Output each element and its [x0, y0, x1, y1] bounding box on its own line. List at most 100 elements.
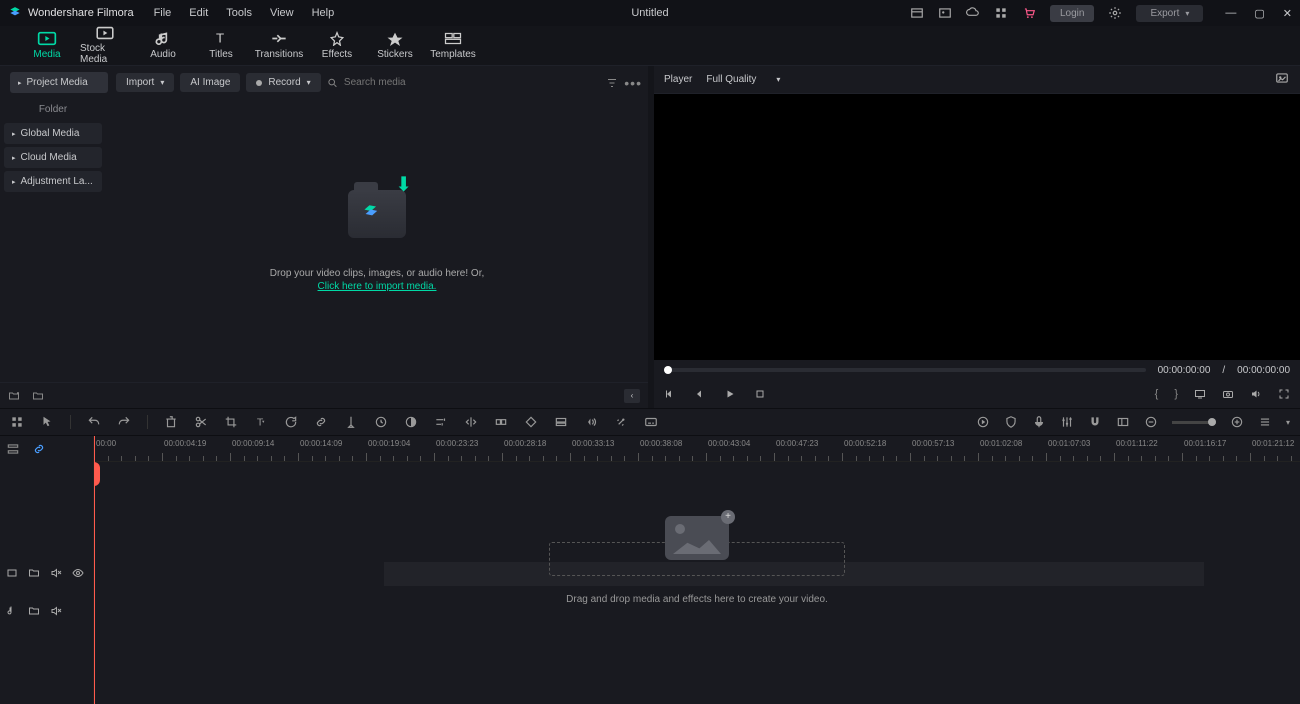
collapse-sidebar-button[interactable]: ‹ [624, 389, 640, 403]
fullscreen-icon[interactable] [1278, 388, 1290, 400]
zoom-slider[interactable] [1172, 421, 1216, 424]
ribbon-stickers[interactable]: Stickers [370, 26, 420, 65]
split-icon[interactable] [464, 415, 478, 429]
menu-view[interactable]: View [270, 7, 294, 19]
import-link[interactable]: Click here to import media. [318, 281, 437, 292]
zoom-in-icon[interactable] [1230, 415, 1244, 429]
link-icon[interactable] [314, 415, 328, 429]
mixer-icon[interactable] [1060, 415, 1074, 429]
undo-icon[interactable] [87, 415, 101, 429]
cursor-icon[interactable] [40, 415, 54, 429]
group-icon[interactable] [494, 415, 508, 429]
zoom-out-icon[interactable] [1144, 415, 1158, 429]
mute-icon[interactable] [50, 567, 62, 579]
layout-icon[interactable] [910, 6, 924, 20]
export-button[interactable]: Export▾ [1136, 5, 1203, 22]
ribbon-media[interactable]: Media [22, 26, 72, 65]
ribbon-templates[interactable]: Templates [428, 26, 478, 65]
adjust-icon[interactable] [434, 415, 448, 429]
step-back-icon[interactable] [694, 388, 706, 400]
window-maximize[interactable]: ▢ [1254, 7, 1264, 20]
list-icon[interactable] [1258, 415, 1272, 429]
new-folder-icon[interactable] [8, 390, 20, 402]
color-icon[interactable] [404, 415, 418, 429]
sidebar-folder[interactable]: Folder [4, 99, 102, 120]
media-drop-area[interactable]: ⬇ Drop your video clips, images, or audi… [106, 99, 648, 382]
video-preview[interactable] [654, 94, 1300, 360]
stop-icon[interactable] [754, 388, 766, 400]
grid-icon[interactable] [10, 415, 24, 429]
lock-icon[interactable] [28, 567, 40, 579]
apps-icon[interactable] [994, 6, 1008, 20]
mark-in-icon[interactable]: { [1155, 388, 1159, 400]
mark-out-icon[interactable]: } [1174, 388, 1178, 400]
text-tool-icon[interactable]: T▾ [254, 415, 268, 429]
delete-icon[interactable] [164, 415, 178, 429]
ratio-icon[interactable] [1116, 415, 1130, 429]
crop-icon[interactable] [224, 415, 238, 429]
redo-icon[interactable] [117, 415, 131, 429]
cut-icon[interactable] [194, 415, 208, 429]
folder-icon-btn[interactable] [32, 390, 44, 402]
filter-icon[interactable] [606, 77, 618, 89]
menu-edit[interactable]: Edit [189, 7, 208, 19]
auto-ripple-icon[interactable] [32, 442, 46, 456]
sidebar-project-media[interactable]: ▸Project Media [10, 72, 108, 93]
mute-icon[interactable] [50, 605, 62, 617]
record-button[interactable]: Record▾ [246, 73, 320, 92]
camera-icon[interactable] [1222, 388, 1234, 400]
more-icon[interactable]: ••• [624, 75, 642, 91]
snapshot-icon[interactable] [1274, 71, 1290, 85]
ribbon-audio[interactable]: Audio [138, 26, 188, 65]
import-button[interactable]: Import▾ [116, 73, 174, 92]
window-close[interactable]: ✕ [1283, 7, 1292, 20]
playhead[interactable] [94, 436, 95, 704]
marker-icon[interactable] [344, 415, 358, 429]
ribbon-transitions[interactable]: Transitions [254, 26, 304, 65]
keyframe-icon[interactable] [524, 415, 538, 429]
shield-icon[interactable] [1004, 415, 1018, 429]
audio-tool-icon[interactable] [584, 415, 598, 429]
sidebar-cloud-media[interactable]: ▸Cloud Media [4, 147, 102, 168]
playback-scrubber[interactable] [664, 368, 1146, 372]
visibility-icon[interactable] [72, 567, 84, 579]
subtitle-icon[interactable] [644, 415, 658, 429]
settings-icon[interactable] [1108, 6, 1122, 20]
mic-icon[interactable] [1032, 415, 1046, 429]
search-input[interactable] [344, 77, 600, 88]
effects-tool-icon[interactable] [614, 415, 628, 429]
ruler-label: 00:00:33:13 [572, 439, 614, 448]
ribbon-effects[interactable]: Effects [312, 26, 362, 65]
window-minimize[interactable]: — [1225, 7, 1236, 20]
sidebar-global-media[interactable]: ▸Global Media [4, 123, 102, 144]
display-icon[interactable] [1194, 388, 1206, 400]
rotate-icon[interactable] [284, 415, 298, 429]
menu-help[interactable]: Help [312, 7, 335, 19]
detach-icon[interactable] [554, 415, 568, 429]
time-ruler[interactable]: 00:0000:00:04:1900:00:09:1400:00:14:0900… [94, 436, 1300, 462]
document-title: Untitled [631, 7, 668, 19]
volume-icon[interactable] [1250, 388, 1262, 400]
track-manager-icon[interactable] [6, 442, 20, 456]
audio-track-head [0, 592, 93, 630]
ai-image-button[interactable]: AI Image [180, 73, 240, 92]
play-icon[interactable] [724, 388, 736, 400]
ribbon-titles[interactable]: TTitles [196, 26, 246, 65]
prev-frame-icon[interactable] [664, 388, 676, 400]
quality-select[interactable]: Full Quality▾ [706, 74, 780, 85]
sidebar-adjustment-layers[interactable]: ▸Adjustment La... [4, 171, 102, 192]
render-icon[interactable] [976, 415, 990, 429]
cart-icon[interactable] [1022, 6, 1036, 20]
timeline-body[interactable]: 00:0000:00:04:1900:00:09:1400:00:14:0900… [94, 436, 1300, 704]
lock-icon[interactable] [28, 605, 40, 617]
menu-file[interactable]: File [154, 7, 172, 19]
media-icon[interactable] [938, 6, 952, 20]
magnet-icon[interactable] [1088, 415, 1102, 429]
login-button[interactable]: Login [1050, 5, 1094, 22]
menu-tools[interactable]: Tools [226, 7, 252, 19]
speed-icon[interactable] [374, 415, 388, 429]
cloud-icon[interactable] [966, 6, 980, 20]
ribbon-stock[interactable]: Stock Media [80, 26, 130, 65]
toolbar-chevron-down[interactable]: ▾ [1286, 418, 1290, 427]
ruler-label: 00:00:47:23 [776, 439, 818, 448]
